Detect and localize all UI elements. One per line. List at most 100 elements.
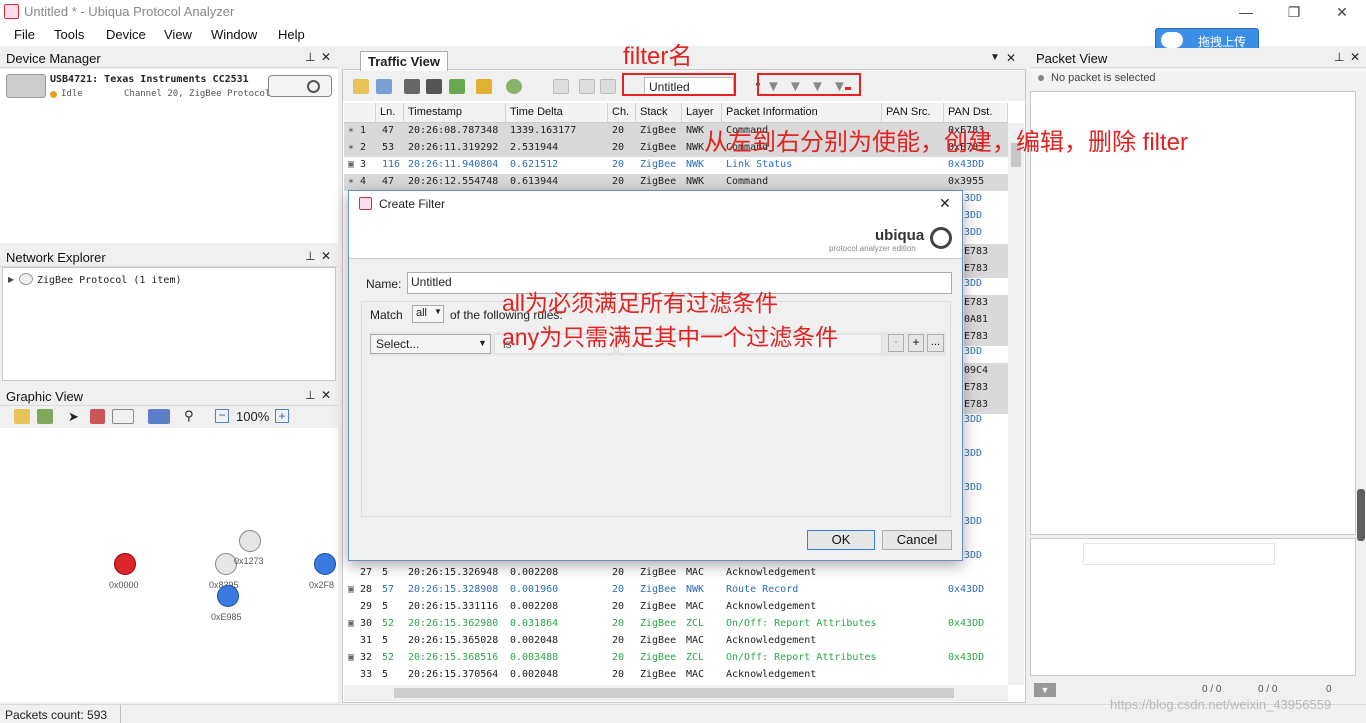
copy-icon[interactable] xyxy=(553,79,569,94)
table-row[interactable]: ▣ 28 57 20:26:15.328908 0.001960 20 ZigBee N… xyxy=(344,582,1008,599)
chevron-down-icon: ▼ xyxy=(478,338,487,348)
table-row[interactable]: ▣ 30 52 20:26:15.362980 0.031864 20 ZigBee Z… xyxy=(344,616,1008,633)
dialog-banner: ubiqua protocol analyzer edition xyxy=(349,217,962,259)
rule-field-select[interactable]: Select... ▼ xyxy=(370,334,491,354)
expand-arrow-icon[interactable]: ▶ xyxy=(8,275,14,284)
packet-count: Packets count: 593 xyxy=(5,708,108,722)
vertical-scrollbar[interactable] xyxy=(1008,123,1024,685)
network-node[interactable] xyxy=(217,585,239,607)
table-row[interactable]: 31 5 20:26:15.365028 0.002048 20 ZigBee MAC… xyxy=(344,633,1008,650)
network-explorer-header: Network Explorer ⊥ ✕ xyxy=(0,247,338,267)
chevron-down-icon[interactable]: ▼ xyxy=(990,52,1000,63)
more-options-button[interactable]: ... xyxy=(927,334,944,352)
cloud-icon xyxy=(1161,32,1183,48)
pointer-icon[interactable]: ➤ xyxy=(68,409,79,425)
col-layer[interactable]: Layer xyxy=(682,103,722,123)
table-row[interactable]: ▣ 32 52 20:26:15.368516 0.003488 20 ZigBee Z… xyxy=(344,650,1008,667)
export-icon[interactable] xyxy=(449,79,465,94)
status-dot-icon xyxy=(50,91,57,98)
chevron-down-icon[interactable]: ▼ xyxy=(1034,683,1056,697)
zoom-out-button[interactable]: − xyxy=(215,409,229,423)
match-select[interactable]: all ▼ xyxy=(412,305,444,323)
create-filter-dialog: Create Filter ✕ ubiqua protocol analyzer… xyxy=(348,190,963,561)
protocol-icon xyxy=(19,273,33,285)
col-timestamp[interactable]: Timestamp xyxy=(404,103,506,123)
save-file-icon[interactable] xyxy=(376,79,392,94)
col-time-delta[interactable]: Time Delta xyxy=(506,103,608,123)
mark-icon[interactable] xyxy=(476,79,492,94)
col-pan-src[interactable]: PAN Src. xyxy=(882,103,944,123)
prev-icon[interactable] xyxy=(579,79,595,94)
menu-file[interactable]: File xyxy=(14,27,35,42)
magnet-icon[interactable] xyxy=(90,409,105,424)
table-row[interactable]: ▣ 3 116 20:26:11.940804 0.621512 20 ZigBee N… xyxy=(344,157,1008,174)
pin-icon[interactable]: ⊥ xyxy=(305,388,315,402)
close-window-button[interactable]: ✕ xyxy=(1322,2,1362,22)
close-icon[interactable]: ✕ xyxy=(321,388,331,402)
table-row[interactable]: 27 5 20:26:15.326948 0.002208 20 ZigBee MAC… xyxy=(344,565,1008,582)
network-node[interactable] xyxy=(239,530,261,552)
cancel-button[interactable]: Cancel xyxy=(882,530,952,550)
brand-logo: ubiqua xyxy=(875,227,925,244)
tab-traffic-view[interactable]: Traffic View xyxy=(360,51,448,71)
ok-button[interactable]: OK xyxy=(807,530,875,550)
close-icon[interactable]: ✕ xyxy=(321,50,331,64)
status-dot-icon xyxy=(1038,75,1044,81)
pan-dst-partial-column: 3DD 3DD 3DD E783 E783 3DD E783 0A81 E783… xyxy=(964,191,1008,565)
settings-icon[interactable] xyxy=(506,79,522,94)
packet-hex-panel xyxy=(1030,538,1356,676)
table-row[interactable]: ✶ 4 47 20:26:12.554748 0.613944 20 ZigBee NW… xyxy=(344,174,1008,191)
network-explorer-panel: ▶ ZigBee Protocol (1 item) xyxy=(2,267,336,381)
open-icon[interactable] xyxy=(14,409,30,424)
menu-view[interactable]: View xyxy=(164,27,192,42)
tree-item-zigbee[interactable]: ZigBee Protocol (1 item) xyxy=(37,275,182,286)
table-row[interactable]: 33 5 20:26:15.370564 0.002048 20 ZigBee MAC… xyxy=(344,667,1008,684)
network-node[interactable] xyxy=(314,553,336,575)
pin-icon[interactable]: ⊥ xyxy=(305,50,315,64)
dialog-close-button[interactable]: ✕ xyxy=(939,195,951,212)
remove-rule-button[interactable]: - xyxy=(888,334,904,352)
save-icon[interactable] xyxy=(37,409,53,424)
pin-icon[interactable]: ⊥ xyxy=(1334,50,1344,64)
grid-icon[interactable] xyxy=(426,79,442,94)
close-icon[interactable]: ✕ xyxy=(321,249,331,263)
list-icon[interactable] xyxy=(404,79,420,94)
menu-window[interactable]: Window xyxy=(211,27,257,42)
table-row[interactable]: 29 5 20:26:15.331116 0.002208 20 ZigBee MAC… xyxy=(344,599,1008,616)
col-ch[interactable]: Ch. xyxy=(608,103,636,123)
minimize-button[interactable]: — xyxy=(1226,2,1266,22)
col-packet-info[interactable]: Packet Information xyxy=(722,103,882,123)
view-icon[interactable] xyxy=(148,409,170,424)
close-icon[interactable]: ✕ xyxy=(1006,51,1016,65)
packet-scrollbar[interactable] xyxy=(1356,91,1366,676)
graphic-canvas[interactable]: 0x0000 0x8395 0x1273 0xE985 0x2F8 xyxy=(0,428,338,702)
menu-help[interactable]: Help xyxy=(278,27,305,42)
zoom-level: 100% xyxy=(236,409,270,424)
watermark: https://blog.csdn.net/weixin_43956559 xyxy=(1110,697,1332,712)
restore-button[interactable]: ❐ xyxy=(1274,2,1314,22)
next-icon[interactable] xyxy=(600,79,616,94)
menu-device[interactable]: Device xyxy=(106,27,146,42)
pin-icon[interactable]: ⊥ xyxy=(305,249,315,263)
open-file-icon[interactable] xyxy=(353,79,369,94)
col-pan-dst[interactable]: PAN Dst. xyxy=(944,103,1008,123)
device-manager-header: Device Manager ⊥ ✕ xyxy=(0,48,338,68)
packet-view-header: Packet View ⊥ ✕ xyxy=(1030,48,1366,68)
device-manager-panel: USB4721: Texas Instruments CC2531 Idle C… xyxy=(0,69,338,243)
col-stack[interactable]: Stack xyxy=(636,103,682,123)
usb-device-icon xyxy=(6,74,46,98)
menu-tools[interactable]: Tools xyxy=(54,27,84,42)
zoom-icon[interactable]: ⚲ xyxy=(184,408,194,424)
close-icon[interactable]: ✕ xyxy=(1350,50,1360,64)
window-title: Untitled * - Ubiqua Protocol Analyzer xyxy=(24,4,235,19)
device-toggle-switch[interactable] xyxy=(268,75,332,97)
zoom-in-button[interactable]: + xyxy=(275,409,289,423)
network-node[interactable] xyxy=(114,553,136,575)
add-rule-button[interactable]: + xyxy=(908,334,924,352)
dialog-title-bar: Create Filter ✕ xyxy=(349,191,962,217)
title-bar: Untitled * - Ubiqua Protocol Analyzer — … xyxy=(0,0,1366,24)
horizontal-scrollbar[interactable] xyxy=(344,685,1008,701)
packet-details-panel xyxy=(1030,91,1356,535)
col-ln[interactable]: Ln. xyxy=(376,103,404,123)
layout-icon[interactable] xyxy=(112,409,134,424)
